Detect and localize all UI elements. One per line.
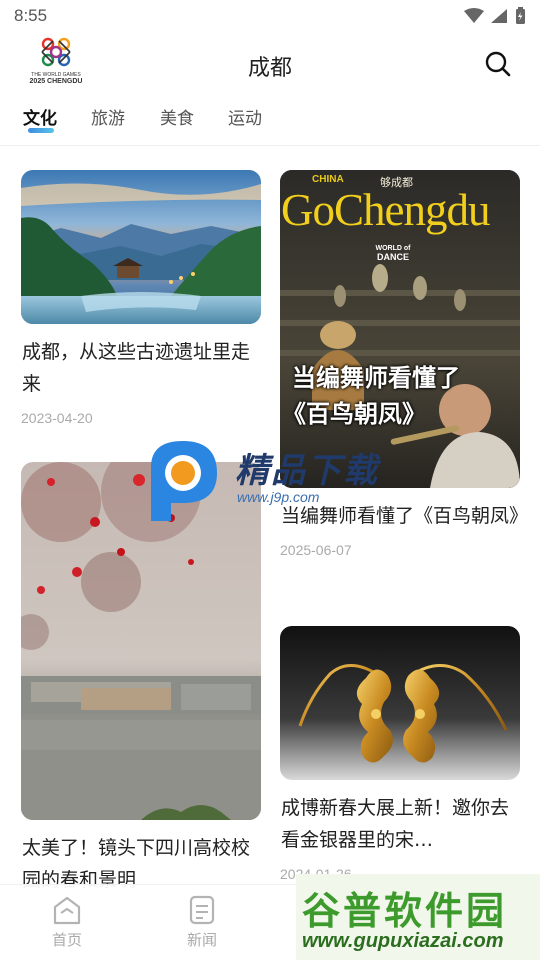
nav-home[interactable]: 首页 bbox=[22, 895, 112, 950]
signal-icon bbox=[491, 9, 507, 23]
article-card[interactable]: CHINA 够成都 GoChengdu WORLD of DANCE 当编舞师看… bbox=[280, 170, 520, 558]
app-header: THE WORLD GAMES 2025 CHENGDU 成都 bbox=[0, 32, 540, 94]
tab-sports[interactable]: 运动 bbox=[228, 104, 262, 129]
article-title[interactable]: 成都，从这些古迹遗址里走来 bbox=[21, 336, 261, 400]
status-time: 8:55 bbox=[14, 6, 48, 25]
home-icon bbox=[53, 896, 81, 925]
nav-home-label: 首页 bbox=[51, 931, 82, 949]
article-card[interactable]: 成博新春大展上新！邀你去看金银器里的宋… 2024-01-26 bbox=[280, 626, 520, 882]
article-image-gochengdu-dance: CHINA 够成都 GoChengdu WORLD of DANCE 当编舞师看… bbox=[280, 170, 520, 488]
tab-travel[interactable]: 旅游 bbox=[91, 104, 125, 129]
article-card[interactable]: 太美了！镜头下四川高校校园的春和景明 bbox=[21, 462, 261, 896]
article-image-mountain-river bbox=[21, 170, 261, 324]
tab-food[interactable]: 美食 bbox=[160, 104, 194, 129]
nav-chengdu-label: 成都 bbox=[322, 931, 353, 949]
nav-news[interactable]: 新闻 bbox=[157, 895, 247, 950]
category-tabs: 文化 旅游 美食 运动 bbox=[0, 96, 540, 146]
article-card[interactable]: 成都，从这些古迹遗址里走来 2023-04-20 bbox=[21, 170, 261, 426]
search-button[interactable] bbox=[484, 50, 512, 78]
wifi-icon bbox=[464, 8, 484, 23]
search-icon bbox=[485, 51, 511, 77]
city-icon bbox=[326, 901, 350, 925]
nav-news-label: 新闻 bbox=[186, 931, 217, 949]
news-icon bbox=[189, 895, 215, 925]
article-date: 2024-01-26 bbox=[280, 866, 352, 882]
status-bar: 8:55 bbox=[0, 0, 540, 32]
image-headline: GoChengdu bbox=[281, 185, 490, 235]
tab-culture[interactable]: 文化 bbox=[23, 104, 57, 129]
badge-line2: DANCE bbox=[376, 252, 409, 262]
image-caption-line2: 《百鸟朝凤》 bbox=[282, 400, 426, 428]
article-title[interactable]: 成博新春大展上新！邀你去看金银器里的宋… bbox=[280, 792, 520, 856]
world-of-dance-badge: WORLD of DANCE bbox=[364, 244, 422, 262]
article-image-gold-hairpins bbox=[280, 626, 520, 780]
article-title[interactable]: 当编舞师看懂了《百鸟朝凤》 bbox=[280, 500, 520, 532]
image-caption-line1: 当编舞师看懂了 bbox=[292, 364, 460, 392]
article-date: 2025-06-07 bbox=[280, 542, 352, 558]
article-date: 2023-04-20 bbox=[21, 410, 93, 426]
article-image-campus-lake bbox=[21, 462, 261, 820]
active-tab-indicator bbox=[28, 128, 54, 133]
status-icons bbox=[464, 7, 526, 25]
bottom-navigation: 首页 新闻 成都 bbox=[0, 884, 540, 960]
page-title: 成都 bbox=[247, 56, 292, 81]
battery-icon bbox=[516, 7, 525, 24]
nav-chengdu[interactable]: 成都 bbox=[293, 895, 383, 950]
